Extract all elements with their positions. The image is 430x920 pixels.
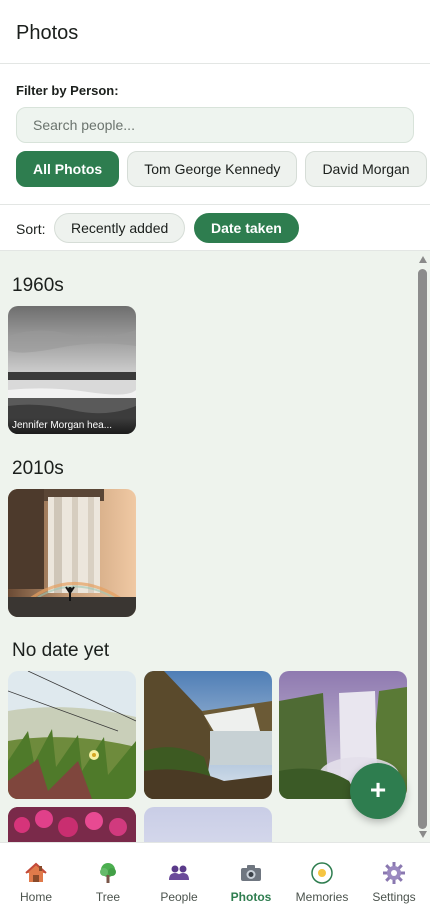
- bottom-navigation: Home Tree People Photos Memories Setting…: [0, 842, 430, 920]
- camera-icon: [241, 865, 261, 881]
- gallery-scrollbar[interactable]: [415, 251, 430, 842]
- scrollbar-thumb[interactable]: [418, 269, 427, 829]
- filter-label: Filter by Person:: [16, 83, 119, 98]
- house-icon: [25, 862, 47, 882]
- page-title: Photos: [16, 22, 79, 44]
- add-photo-button[interactable]: +: [350, 763, 406, 819]
- photo-thumbnail[interactable]: [8, 489, 136, 617]
- sort-label: Sort:: [16, 221, 46, 237]
- photo-thumbnail[interactable]: [144, 671, 272, 799]
- people-icon: [169, 865, 189, 880]
- nav-item-home[interactable]: Home: [0, 843, 72, 920]
- sort-date-taken-button[interactable]: Date taken: [194, 213, 299, 243]
- section-title-2010s: 2010s: [12, 458, 64, 479]
- search-people-input[interactable]: [16, 107, 414, 143]
- nav-label: Settings: [372, 890, 416, 904]
- scroll-down-arrow-icon[interactable]: [419, 831, 427, 838]
- pale-sky-photo: [144, 807, 272, 842]
- chip-all-photos[interactable]: All Photos: [16, 151, 120, 187]
- person-chip-list: All Photos Tom George Kennedy David Morgan: [16, 151, 430, 187]
- photo-caption: Jennifer Morgan hea...: [8, 418, 136, 434]
- chip-tom-george-kennedy[interactable]: Tom George Kennedy: [127, 151, 298, 187]
- sort-recently-added-button[interactable]: Recently added: [54, 213, 186, 243]
- waterfall-cliff-photo: [144, 671, 272, 799]
- section-title-no-date: No date yet: [12, 640, 110, 661]
- beach-bw-photo: [8, 306, 136, 434]
- nav-item-photos[interactable]: Photos: [215, 843, 287, 920]
- photo-thumbnail[interactable]: [144, 807, 272, 842]
- app-header: Photos: [0, 0, 430, 64]
- memories-icon: [311, 862, 333, 884]
- flower-dunes-photo: [8, 671, 136, 799]
- nav-item-people[interactable]: People: [143, 843, 215, 920]
- nav-label: Home: [19, 890, 52, 904]
- scroll-up-arrow-icon[interactable]: [419, 256, 427, 263]
- nav-label: Photos: [230, 890, 272, 904]
- tree-icon: [100, 863, 116, 883]
- gear-icon: [383, 862, 405, 884]
- photo-thumbnail[interactable]: [8, 807, 136, 842]
- nav-label: People: [160, 890, 198, 904]
- person-filter: Filter by Person: All PhotosTom George K…: [0, 64, 430, 205]
- nav-label: Tree: [95, 890, 121, 904]
- photo-gallery: 1960s Jennifer Morgan hea... 2010s No da…: [0, 251, 430, 842]
- photo-thumbnail[interactable]: Jennifer Morgan hea...: [8, 306, 136, 434]
- nav-label: Memories: [295, 890, 349, 904]
- pink-flowers-photo: [8, 807, 136, 842]
- nav-item-settings[interactable]: Settings: [358, 843, 430, 920]
- sort-bar: Sort: Recently added Date taken: [0, 205, 430, 251]
- photo-thumbnail[interactable]: [8, 671, 136, 799]
- nav-item-memories[interactable]: Memories: [286, 843, 358, 920]
- waterfall-rainbow-photo: [8, 489, 136, 617]
- chip-david-morgan[interactable]: David Morgan: [305, 151, 427, 187]
- nav-item-tree[interactable]: Tree: [72, 843, 144, 920]
- section-title-1960s: 1960s: [12, 275, 64, 296]
